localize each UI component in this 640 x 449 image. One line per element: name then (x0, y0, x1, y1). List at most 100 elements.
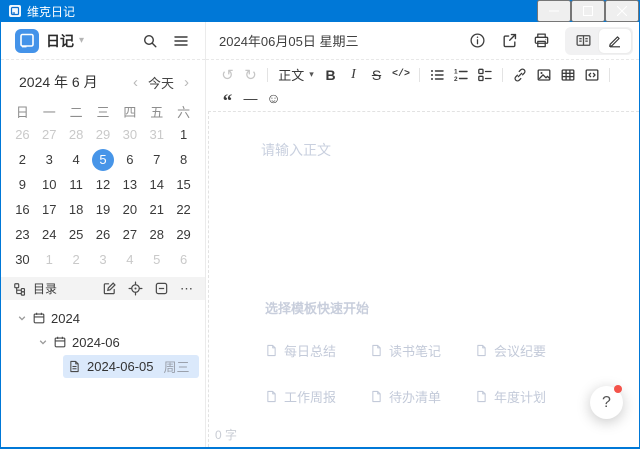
notebook-name[interactable]: 日记 (46, 31, 74, 51)
calendar-day[interactable]: 30 (116, 122, 143, 147)
chevron-down-icon[interactable] (17, 313, 27, 323)
calendar-day[interactable]: 28 (63, 122, 90, 147)
calendar-day[interactable]: 29 (170, 222, 197, 247)
calendar-day[interactable]: 21 (143, 197, 170, 222)
calendar-day[interactable]: 18 (63, 197, 90, 222)
ordered-list-button[interactable]: 12 (451, 64, 471, 85)
calendar-day[interactable]: 12 (90, 172, 117, 197)
link-button[interactable] (510, 64, 530, 85)
calendar-day[interactable]: 5 (143, 247, 170, 272)
caret-down-icon: ▾ (309, 69, 314, 80)
help-button[interactable]: ? (590, 386, 623, 419)
calendar-day[interactable]: 15 (170, 172, 197, 197)
paragraph-style-dropdown[interactable]: 正文 ▾ (275, 64, 317, 85)
calendar-day[interactable]: 7 (143, 147, 170, 172)
calendar-prev-button[interactable]: ‹ (133, 75, 138, 90)
locate-current-button[interactable] (125, 279, 145, 299)
calendar-day[interactable]: 14 (143, 172, 170, 197)
calendar-day[interactable]: 2 (9, 147, 36, 172)
new-entry-button[interactable] (99, 279, 119, 299)
redo-button[interactable]: ↻ (241, 64, 260, 85)
task-list-button[interactable] (475, 64, 495, 85)
calendar-day[interactable]: 3 (90, 247, 117, 272)
inline-code-button[interactable]: </> (390, 64, 412, 85)
maximize-button[interactable] (571, 0, 605, 22)
strikethrough-button[interactable]: S (367, 64, 386, 85)
info-button[interactable] (465, 29, 489, 53)
calendar-day[interactable]: 17 (36, 197, 63, 222)
table-button[interactable] (558, 64, 578, 85)
tree-item-entry-selected[interactable]: 2024-06-05 周三 (1, 354, 205, 378)
bold-button[interactable]: B (321, 64, 340, 85)
calendar-day-selected[interactable]: 5 (90, 147, 117, 172)
calendar-day[interactable]: 11 (63, 172, 90, 197)
template-weekly-report[interactable]: 工作周报 (265, 387, 370, 406)
template-todo-list[interactable]: 待办清单 (370, 387, 475, 406)
bullet-list-button[interactable] (427, 64, 447, 85)
search-button[interactable] (138, 29, 162, 53)
app-logo[interactable] (15, 29, 39, 53)
calendar-day[interactable]: 2 (63, 247, 90, 272)
calendar-next-button[interactable]: › (184, 75, 189, 90)
tree-item-weekday: 周三 (164, 357, 190, 376)
notebook-caret-icon[interactable]: ▾ (79, 35, 131, 46)
calendar-day[interactable]: 4 (63, 147, 90, 172)
calendar-day[interactable]: 25 (63, 222, 90, 247)
calendar-day[interactable]: 31 (143, 122, 170, 147)
calendar-day[interactable]: 27 (116, 222, 143, 247)
collapse-all-button[interactable] (151, 279, 171, 299)
directory-more-button[interactable]: ⋯ (177, 279, 197, 299)
code-block-button[interactable] (582, 64, 602, 85)
pencil-icon (607, 33, 623, 49)
template-label: 会议纪要 (494, 341, 546, 360)
calendar-day[interactable]: 1 (170, 122, 197, 147)
calendar-day[interactable]: 26 (90, 222, 117, 247)
calendar-day[interactable]: 20 (116, 197, 143, 222)
tree-item-label: 2024-06-05 (87, 359, 154, 374)
calendar-day[interactable]: 23 (9, 222, 36, 247)
tree-item-year[interactable]: 2024 (1, 306, 205, 330)
template-annual-plan[interactable]: 年度计划 (475, 387, 580, 406)
template-daily-summary[interactable]: 每日总结 (265, 341, 370, 360)
calendar-day[interactable]: 27 (36, 122, 63, 147)
image-button[interactable] (534, 64, 554, 85)
tree-item-month[interactable]: 2024-06 (1, 330, 205, 354)
calendar-day[interactable]: 30 (9, 247, 36, 272)
export-button[interactable] (497, 29, 521, 53)
calendar-day[interactable]: 26 (9, 122, 36, 147)
tree-item-label: 2024 (51, 311, 80, 326)
calendar-today-button[interactable]: 今天 (148, 73, 174, 92)
read-mode-button[interactable] (567, 29, 599, 53)
chevron-down-icon[interactable] (38, 337, 48, 347)
calendar-day[interactable]: 6 (170, 247, 197, 272)
calendar-day[interactable]: 1 (36, 247, 63, 272)
blockquote-button[interactable]: “ (218, 87, 237, 108)
horizontal-rule-button[interactable]: — (241, 87, 260, 108)
print-button[interactable] (529, 29, 553, 53)
calendar-day[interactable]: 4 (116, 247, 143, 272)
close-button[interactable] (605, 0, 639, 22)
minimize-button[interactable] (537, 0, 571, 22)
editor-area[interactable]: 请输入正文 选择模板快速开始 每日总结 读书笔记 (209, 112, 639, 421)
italic-button[interactable]: I (344, 64, 363, 85)
calendar-day[interactable]: 13 (116, 172, 143, 197)
calendar-day[interactable]: 6 (116, 147, 143, 172)
menu-button[interactable] (169, 29, 193, 53)
calendar-day[interactable]: 10 (36, 172, 63, 197)
undo-button[interactable]: ↺ (218, 64, 237, 85)
template-meeting-minutes[interactable]: 会议纪要 (475, 341, 580, 360)
calendar-day[interactable]: 29 (90, 122, 117, 147)
calendar-day[interactable]: 16 (9, 197, 36, 222)
template-reading-notes[interactable]: 读书笔记 (370, 341, 475, 360)
bullet-list-icon (429, 67, 445, 83)
calendar-day[interactable]: 22 (170, 197, 197, 222)
calendar-day[interactable]: 3 (36, 147, 63, 172)
calendar-day[interactable]: 19 (90, 197, 117, 222)
emoji-button[interactable]: ☺ (264, 87, 283, 108)
calendar-day[interactable]: 9 (9, 172, 36, 197)
calendar-day[interactable]: 24 (36, 222, 63, 247)
calendar-day[interactable]: 8 (170, 147, 197, 172)
calendar-day[interactable]: 28 (143, 222, 170, 247)
toolbar-divider (609, 68, 610, 82)
edit-mode-button[interactable] (599, 29, 631, 53)
